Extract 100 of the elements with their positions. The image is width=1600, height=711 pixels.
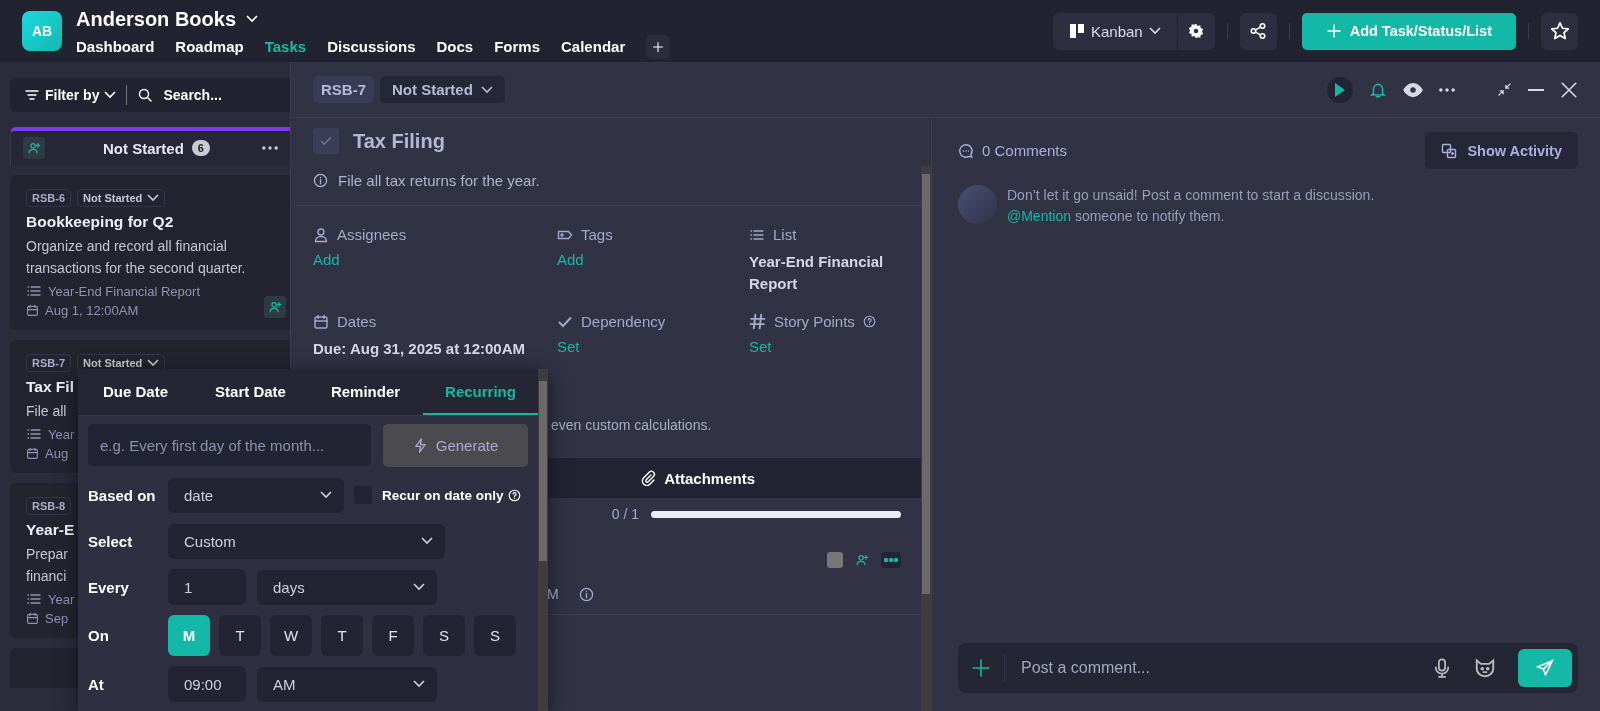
- row-label: On: [88, 627, 110, 644]
- weekday-button[interactable]: S: [474, 615, 516, 656]
- comment-icon: [958, 142, 974, 159]
- lightning-icon: [412, 438, 428, 453]
- field-action[interactable]: Set: [557, 338, 749, 355]
- plus-icon: [972, 659, 990, 677]
- nav-tab[interactable]: Dashboard: [76, 38, 155, 55]
- chevron-down-icon: [320, 491, 332, 499]
- more-icon: [883, 557, 899, 563]
- nav-tab[interactable]: Forms: [494, 38, 541, 55]
- calendar-icon: [26, 304, 39, 317]
- time-text: M: [547, 586, 559, 602]
- timer-button[interactable]: [1327, 76, 1353, 103]
- calendar-icon: [313, 313, 329, 330]
- info-icon: [578, 586, 594, 602]
- card-description: File all: [26, 402, 67, 421]
- chevron-down-icon: [413, 680, 425, 688]
- row-label: Every: [88, 578, 130, 596]
- task-title[interactable]: Tax Filing: [353, 129, 445, 153]
- more-button[interactable]: [1439, 87, 1455, 92]
- favorite-button[interactable]: [1541, 12, 1578, 50]
- star-icon: [1549, 21, 1570, 41]
- comment-field[interactable]: Post a comment...: [1019, 658, 1418, 678]
- mention-link[interactable]: @Mention: [1007, 208, 1072, 224]
- calendar-icon: [26, 612, 39, 625]
- popup-tab[interactable]: Start Date: [193, 369, 308, 415]
- send-icon: [1536, 659, 1554, 677]
- card-title: Tax Fil: [26, 378, 74, 396]
- list-icon: [26, 591, 42, 607]
- assign-button[interactable]: [23, 137, 45, 159]
- field-action[interactable]: Add: [313, 251, 557, 268]
- section-tab[interactable]: Attachments: [640, 469, 755, 487]
- hash-icon: [749, 313, 766, 330]
- task-card[interactable]: RSB-6 Not Started Bookkeeping for Q2 Organize and record all financial transactions for the second quarter. Year-End Financial Report Aug 1, 12:00AM: [10, 175, 290, 330]
- weekday-button[interactable]: T: [321, 615, 363, 656]
- field-value: Due: Aug 31, 2025 at 12:00AM: [313, 339, 527, 359]
- plus-icon: [1325, 23, 1342, 39]
- assign-button[interactable]: [264, 296, 286, 318]
- workspace-title[interactable]: Anderson Books: [76, 7, 237, 31]
- more-button[interactable]: [262, 146, 278, 150]
- period-dropdown[interactable]: AM: [257, 666, 437, 702]
- activity-icon: [1441, 142, 1458, 159]
- row-label: Select: [88, 532, 134, 550]
- paperclip-icon: [640, 470, 657, 486]
- time-field[interactable]: 09:00: [168, 666, 246, 702]
- close-button[interactable]: [1560, 80, 1578, 99]
- nav-tab[interactable]: Tasks: [264, 38, 307, 55]
- chevron-down-icon: [246, 15, 259, 23]
- comment-composer[interactable]: Post a comment...: [958, 643, 1578, 693]
- add-tab-button[interactable]: [646, 34, 671, 59]
- nav-tab[interactable]: Docs: [436, 38, 474, 55]
- card-date: Aug 1, 12:00AM: [45, 303, 139, 318]
- based-on-dropdown[interactable]: date: [168, 477, 344, 513]
- weekday-button[interactable]: S: [423, 615, 465, 656]
- weekday-button[interactable]: T: [219, 615, 261, 656]
- popup-tab[interactable]: Due Date: [78, 369, 193, 415]
- weekday-button[interactable]: W: [270, 615, 312, 656]
- attach-button[interactable]: [972, 659, 990, 677]
- interval-field[interactable]: 1: [168, 569, 246, 605]
- chevron-down-icon: [1148, 27, 1161, 35]
- progress-reading: 0 / 1: [611, 506, 639, 522]
- chevron-down-icon: [413, 583, 425, 591]
- nav-tab[interactable]: Discussions: [327, 38, 416, 55]
- share-button[interactable]: [1239, 12, 1277, 50]
- task-description[interactable]: File all tax returns for the year.: [338, 172, 540, 189]
- chevron-down-icon: [421, 537, 433, 545]
- card-title: Bookkeeping for Q2: [26, 213, 174, 231]
- list-icon: [26, 426, 42, 442]
- recurrence-field[interactable]: e.g. Every first day of the month...: [88, 424, 371, 466]
- microphone-icon: [1432, 658, 1452, 678]
- search-field[interactable]: Search...: [161, 86, 276, 104]
- minimize-button[interactable]: [1528, 88, 1544, 91]
- card-description: transactions for the second quarter.: [26, 259, 246, 278]
- status-dropdown[interactable]: Not Started: [380, 76, 505, 103]
- user-icon: [313, 226, 329, 243]
- chevron-down-icon: [104, 91, 117, 99]
- weekday-button[interactable]: F: [372, 615, 414, 656]
- complete-checkbox[interactable]: [313, 128, 339, 154]
- search-icon: [137, 87, 154, 103]
- unit-dropdown[interactable]: days: [257, 569, 437, 605]
- field-action[interactable]: Add: [557, 251, 749, 268]
- nav-tab[interactable]: Calendar: [561, 38, 626, 55]
- voice-button[interactable]: [1432, 658, 1452, 678]
- cat-face-icon: [1474, 657, 1496, 679]
- more-icon: [1439, 87, 1455, 92]
- show-activity-button[interactable]: Show Activity: [1425, 132, 1578, 169]
- field-action[interactable]: Set: [749, 338, 919, 355]
- select-dropdown[interactable]: Custom: [168, 523, 445, 559]
- scrollbar[interactable]: [921, 166, 931, 711]
- collapse-button[interactable]: [1497, 82, 1512, 97]
- filter-dropdown[interactable]: Filter by: [24, 87, 117, 103]
- popup-tab[interactable]: Reminder: [308, 369, 423, 415]
- send-button[interactable]: [1518, 649, 1572, 687]
- more-button[interactable]: [881, 552, 901, 568]
- nav-tab[interactable]: Roadmap: [175, 38, 244, 55]
- collapse-icon: [1497, 82, 1512, 97]
- add-user-icon: [268, 300, 282, 314]
- emoji-button[interactable]: [1474, 657, 1496, 679]
- status-dropdown[interactable]: Not Started: [77, 189, 166, 207]
- scrollbar[interactable]: [538, 369, 548, 711]
